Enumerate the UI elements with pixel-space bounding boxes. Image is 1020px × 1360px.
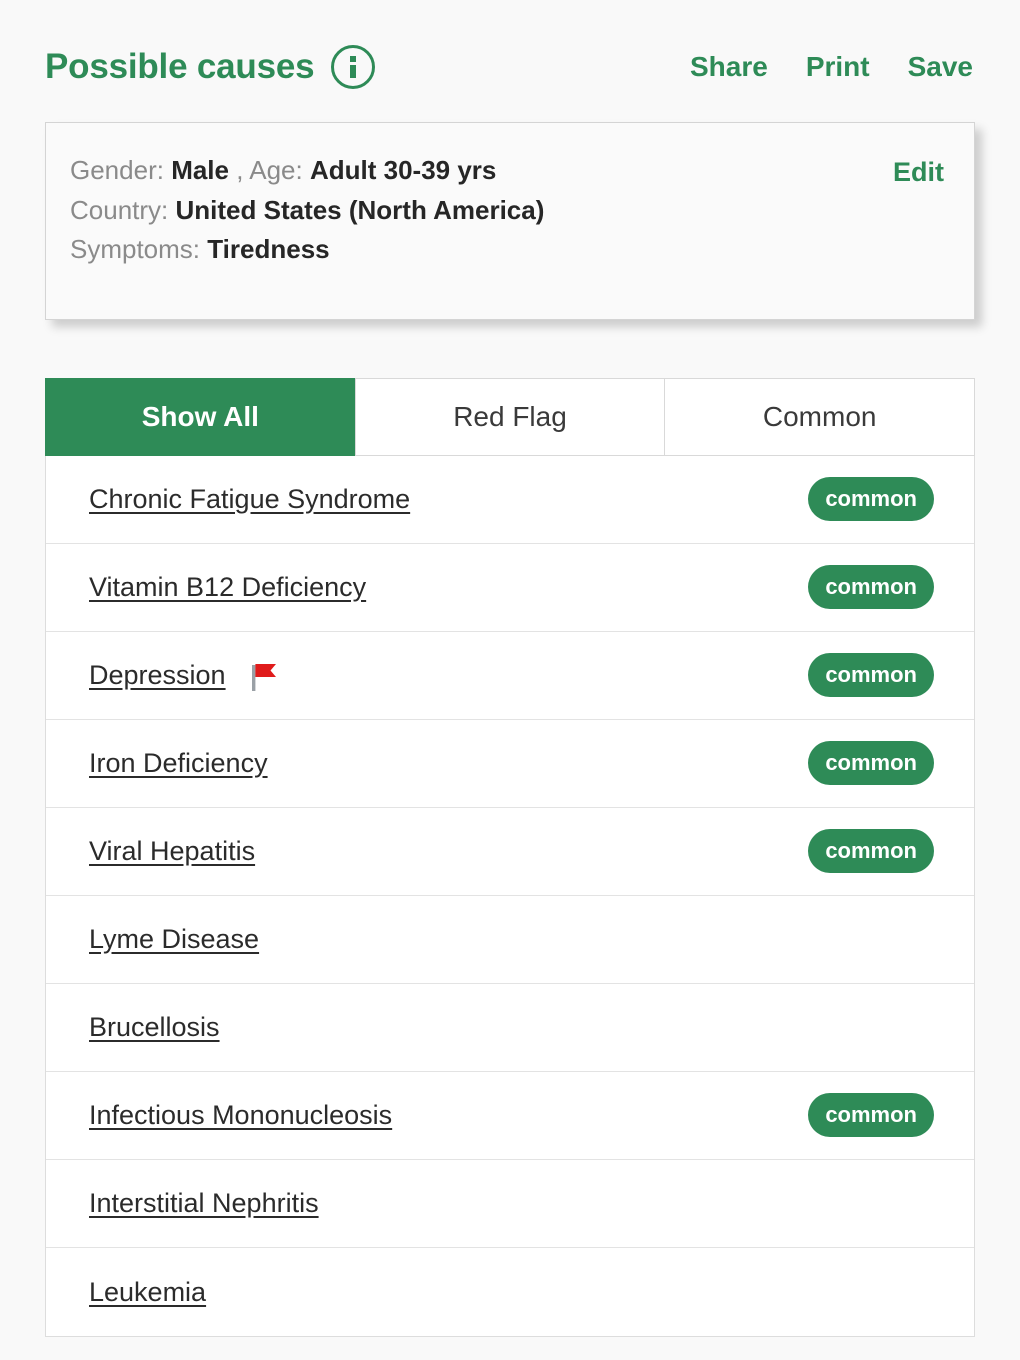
header-actions: Share Print Save bbox=[690, 51, 975, 83]
cause-row-left: Lyme Disease bbox=[89, 924, 259, 955]
badge-slot: common bbox=[808, 741, 934, 785]
causes-list: Chronic Fatigue Syndrome common Vitamin B1… bbox=[45, 456, 975, 1337]
cause-link[interactable]: Brucellosis bbox=[89, 1012, 220, 1043]
edit-button[interactable]: Edit bbox=[893, 151, 944, 188]
red-flag-icon bbox=[251, 661, 277, 691]
filter-tabs: Show All Red Flag Common bbox=[45, 378, 976, 456]
table-row[interactable]: Interstitial Nephritis bbox=[46, 1160, 974, 1248]
possible-causes-page: Possible causes Share Print Save Gender:… bbox=[0, 0, 1020, 1360]
info-icon-dot bbox=[350, 56, 357, 62]
summary-line-country: Country: United States (North America) bbox=[70, 195, 544, 227]
cause-row-left: Interstitial Nephritis bbox=[89, 1188, 319, 1219]
page-header: Possible causes Share Print Save bbox=[45, 0, 975, 100]
cause-link[interactable]: Viral Hepatitis bbox=[89, 836, 255, 867]
summary-lines: Gender: Male , Age: Adult 30-39 yrs Coun… bbox=[70, 151, 544, 266]
badge-slot: common bbox=[808, 829, 934, 873]
table-row[interactable]: Leukemia bbox=[46, 1248, 974, 1336]
cause-row-left: Chronic Fatigue Syndrome bbox=[89, 484, 410, 515]
cause-link[interactable]: Interstitial Nephritis bbox=[89, 1188, 319, 1219]
table-row[interactable]: Viral Hepatitis common bbox=[46, 808, 974, 896]
summary-line-symptoms: Symptoms: Tiredness bbox=[70, 234, 544, 266]
status-badge[interactable]: common bbox=[808, 1093, 934, 1137]
cause-link[interactable]: Vitamin B12 Deficiency bbox=[89, 572, 366, 603]
save-button[interactable]: Save bbox=[908, 51, 973, 83]
info-circle-icon[interactable] bbox=[331, 45, 376, 89]
cause-link[interactable]: Depression bbox=[89, 660, 226, 691]
cause-link[interactable]: Lyme Disease bbox=[89, 924, 259, 955]
badge-slot: common bbox=[808, 565, 934, 609]
cause-row-left: Depression bbox=[89, 660, 277, 691]
cause-row-left: Leukemia bbox=[89, 1277, 206, 1308]
cause-link[interactable]: Chronic Fatigue Syndrome bbox=[89, 484, 410, 515]
page-title: Possible causes bbox=[45, 47, 315, 86]
cause-link[interactable]: Leukemia bbox=[89, 1277, 206, 1308]
table-row[interactable]: Infectious Mononucleosis common bbox=[46, 1072, 974, 1160]
status-badge[interactable]: common bbox=[808, 565, 934, 609]
table-row[interactable]: Depression common bbox=[46, 632, 974, 720]
age-label: , Age: bbox=[236, 155, 303, 185]
badge-slot: common bbox=[808, 653, 934, 697]
cause-link[interactable]: Infectious Mononucleosis bbox=[89, 1100, 392, 1131]
table-row[interactable]: Brucellosis bbox=[46, 984, 974, 1072]
age-value: Adult 30-39 yrs bbox=[309, 155, 497, 185]
tab-common[interactable]: Common bbox=[664, 378, 976, 456]
summary-line-gender-age: Gender: Male , Age: Adult 30-39 yrs bbox=[70, 155, 544, 187]
country-value: United States (North America) bbox=[175, 194, 545, 225]
status-badge[interactable]: common bbox=[808, 829, 934, 873]
symptoms-label: Symptoms: bbox=[70, 234, 201, 265]
table-row[interactable]: Vitamin B12 Deficiency common bbox=[46, 544, 974, 632]
table-row[interactable]: Chronic Fatigue Syndrome common bbox=[46, 456, 974, 544]
cause-row-left: Infectious Mononucleosis bbox=[89, 1100, 392, 1131]
status-badge[interactable]: common bbox=[808, 741, 934, 785]
cause-row-left: Viral Hepatitis bbox=[89, 836, 255, 867]
gender-label: Gender: bbox=[70, 155, 164, 185]
table-row[interactable]: Iron Deficiency common bbox=[46, 720, 974, 808]
status-badge[interactable]: common bbox=[808, 477, 934, 521]
cause-row-left: Vitamin B12 Deficiency bbox=[89, 572, 366, 603]
badge-slot: common bbox=[808, 477, 934, 521]
gender-value: Male bbox=[171, 155, 229, 185]
cause-row-left: Iron Deficiency bbox=[89, 748, 268, 779]
cause-link[interactable]: Iron Deficiency bbox=[89, 748, 268, 779]
share-button[interactable]: Share bbox=[690, 51, 768, 83]
tab-red-flag[interactable]: Red Flag bbox=[354, 378, 666, 456]
title-group: Possible causes bbox=[45, 45, 376, 89]
info-icon-stem bbox=[350, 65, 357, 78]
badge-slot: common bbox=[808, 1093, 934, 1137]
symptoms-value: Tiredness bbox=[207, 234, 330, 265]
table-row[interactable]: Lyme Disease bbox=[46, 896, 974, 984]
country-label: Country: bbox=[70, 194, 169, 225]
tab-show-all[interactable]: Show All bbox=[45, 378, 356, 456]
print-button[interactable]: Print bbox=[806, 51, 870, 83]
patient-summary-card: Gender: Male , Age: Adult 30-39 yrs Coun… bbox=[45, 122, 975, 320]
status-badge[interactable]: common bbox=[808, 653, 934, 697]
cause-row-left: Brucellosis bbox=[89, 1012, 220, 1043]
